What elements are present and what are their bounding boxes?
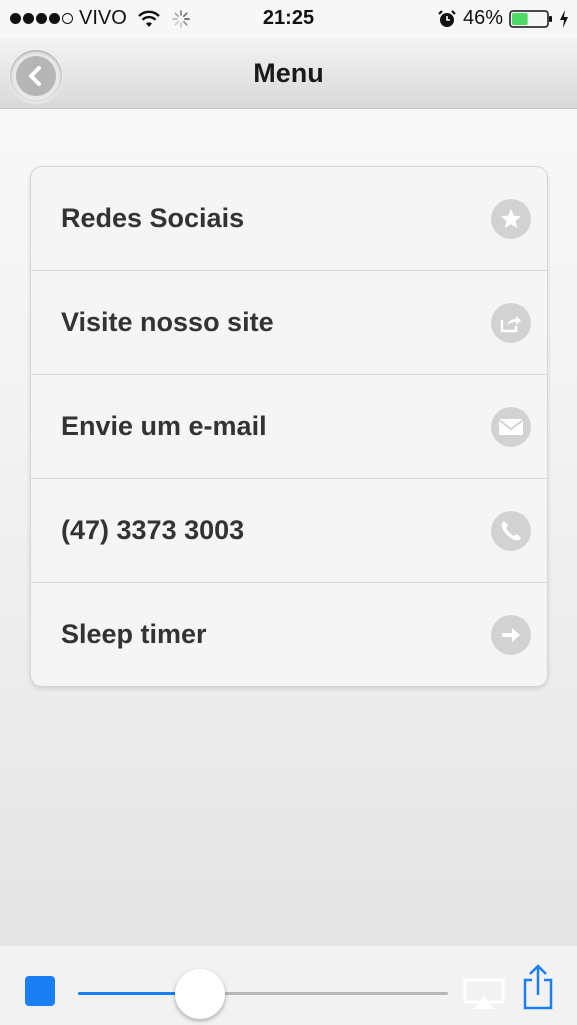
alarm-clock-icon [438,9,456,27]
status-right: 46% [437,7,569,30]
menu-item-envie-email[interactable]: Envie um e-mail [31,375,547,479]
player-bar [0,945,577,1025]
airplay-icon[interactable] [463,978,505,1012]
stop-button[interactable] [25,976,55,1006]
arrow-right-icon [491,614,531,655]
share-icon[interactable] [521,964,555,1010]
phone-icon [491,510,531,551]
menu-item-label: Redes Sociais [61,203,245,233]
menu-item-label: Visite nosso site [61,307,274,337]
page-title: Menu [253,58,324,88]
menu-item-label: Envie um e-mail [61,411,267,441]
status-bar: VIVO 21:25 46% [0,0,577,38]
menu-item-label: (47) 3373 3003 [61,515,245,545]
star-icon [491,198,531,239]
menu-item-label: Sleep timer [61,619,207,649]
charging-bolt-icon [560,9,568,28]
menu-list: Redes Sociais Visite nosso site Envie um… [30,166,548,687]
menu-item-redes-sociais[interactable]: Redes Sociais [31,167,547,271]
menu-item-sleep-timer[interactable]: Sleep timer [31,583,547,686]
navigation-bar: Menu [0,38,577,109]
volume-slider[interactable] [78,992,448,995]
share-arrow-icon [491,302,531,343]
menu-item-visite-site[interactable]: Visite nosso site [31,271,547,375]
battery-percent: 46% [462,7,503,29]
battery-icon [509,9,552,28]
volume-slider-thumb[interactable] [175,969,226,1019]
menu-item-phone[interactable]: (47) 3373 3003 [31,479,547,583]
envelope-icon [491,406,531,447]
